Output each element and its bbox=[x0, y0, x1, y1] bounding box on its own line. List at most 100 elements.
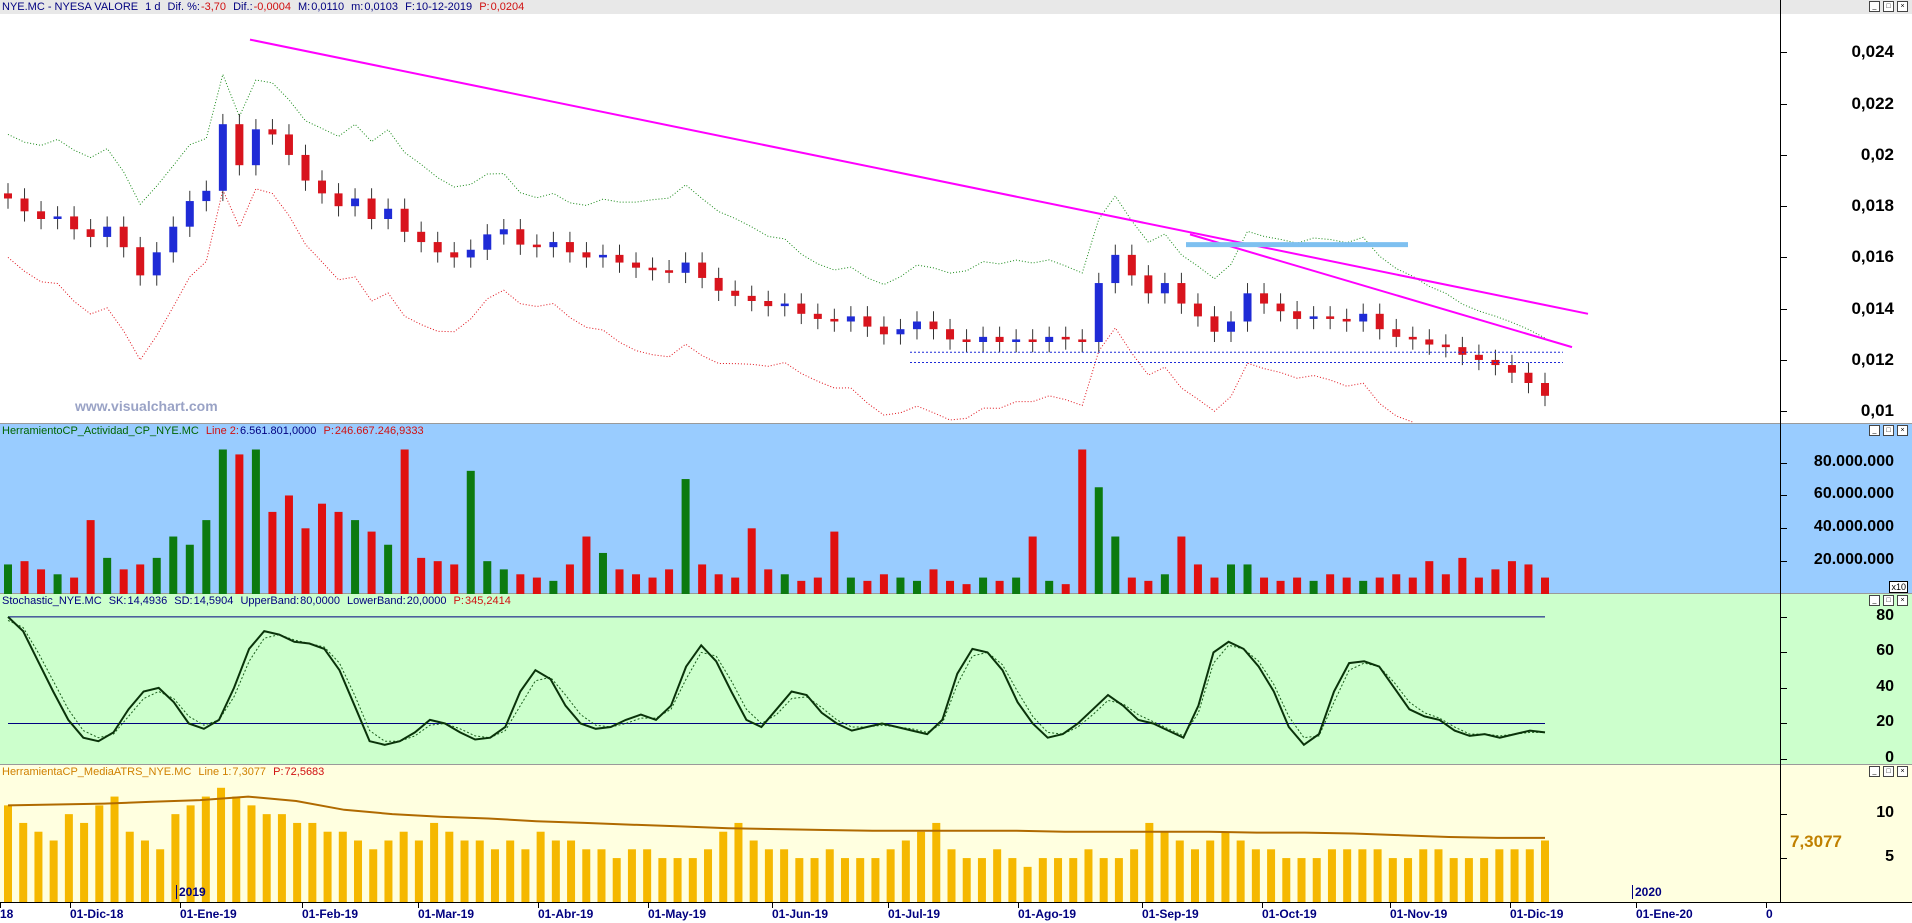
candle-body bbox=[70, 216, 79, 230]
volume-bar bbox=[301, 528, 310, 594]
candle-body bbox=[499, 229, 508, 235]
atr-bar bbox=[673, 858, 682, 902]
candle-body bbox=[1111, 254, 1120, 284]
volume-bar bbox=[896, 577, 905, 594]
price-y-axis: 0,024 0,022 0,02 0,018 0,016 0,014 0,012 0,01 bbox=[1780, 0, 1912, 424]
volume-bar bbox=[665, 569, 674, 594]
candle-body bbox=[896, 329, 905, 335]
atr-bar bbox=[110, 796, 119, 902]
candle-body bbox=[1028, 339, 1037, 342]
y-tick-label: 80 bbox=[1876, 606, 1894, 624]
candle-body bbox=[466, 249, 475, 258]
atr-bar bbox=[1419, 849, 1428, 902]
atr-bar bbox=[1404, 858, 1413, 902]
x-tick-mark bbox=[180, 903, 181, 908]
candle-body bbox=[53, 216, 62, 219]
volume-bar bbox=[1342, 577, 1351, 594]
candle-body bbox=[846, 316, 855, 322]
candle-body bbox=[1293, 311, 1302, 319]
candle-body bbox=[1458, 347, 1467, 355]
atr-bar bbox=[293, 822, 302, 902]
price-chart[interactable] bbox=[0, 0, 1780, 424]
y-tick-mark bbox=[1781, 759, 1787, 760]
year-marker: 2020 bbox=[1632, 885, 1662, 899]
atr-bar bbox=[445, 831, 454, 902]
year-marker: 2019 bbox=[176, 885, 206, 899]
y-tick-mark bbox=[1781, 528, 1787, 530]
candle-body bbox=[1425, 339, 1434, 345]
atr-bar bbox=[627, 849, 636, 902]
candle-body bbox=[1507, 365, 1516, 373]
atr-bar bbox=[1114, 858, 1123, 902]
volume-bar bbox=[1524, 564, 1533, 594]
candle-body bbox=[863, 316, 872, 327]
candle-body bbox=[714, 277, 723, 291]
atr-bar bbox=[1054, 858, 1063, 902]
volume-bar bbox=[1160, 574, 1169, 594]
volume-bar bbox=[70, 577, 79, 594]
atr-bar bbox=[1282, 858, 1291, 902]
trendline-long bbox=[249, 38, 1589, 315]
candle-body bbox=[764, 301, 773, 307]
volume-bar bbox=[318, 503, 327, 594]
volume-bar bbox=[334, 511, 343, 594]
volume-bar bbox=[1028, 536, 1037, 594]
atr-bar bbox=[1358, 849, 1367, 902]
atr-bar bbox=[1449, 858, 1458, 902]
candle-body bbox=[1094, 283, 1103, 342]
atr-bar bbox=[1236, 840, 1245, 902]
atr-panel: HerramientaCP_MediaATRS_NYE.MC Line 1:7,… bbox=[0, 765, 1912, 902]
volume-bar bbox=[367, 531, 376, 594]
volume-bar bbox=[1078, 449, 1087, 594]
atr-bar bbox=[140, 840, 149, 902]
y-tick-mark bbox=[1781, 359, 1787, 361]
atr-bar bbox=[658, 858, 667, 902]
candle-body bbox=[4, 193, 12, 199]
candle-body bbox=[433, 242, 442, 253]
atr-bar bbox=[308, 822, 317, 902]
atr-chart[interactable] bbox=[0, 765, 1780, 902]
y-tick-label: 40.000.000 bbox=[1813, 518, 1894, 536]
atr-bar bbox=[1084, 849, 1093, 902]
activity-chart[interactable] bbox=[0, 424, 1780, 594]
x-tick-label: 01-Mar-19 bbox=[418, 907, 475, 921]
volume-bar bbox=[417, 557, 426, 594]
atr-bar bbox=[871, 858, 880, 902]
atr-bar bbox=[977, 858, 986, 902]
y-tick-label: 0,022 bbox=[1851, 93, 1894, 113]
atr-bar bbox=[612, 858, 621, 902]
atr-bar bbox=[232, 796, 241, 902]
atr-bar bbox=[582, 849, 591, 902]
candle-body bbox=[1309, 316, 1318, 319]
candle-body bbox=[268, 129, 277, 135]
stochastic-chart[interactable] bbox=[0, 594, 1780, 765]
y-tick-label: 5 bbox=[1885, 848, 1894, 866]
x-tick-mark bbox=[888, 903, 889, 908]
candle-body bbox=[202, 190, 211, 202]
volume-bar bbox=[1094, 487, 1103, 594]
volume-bar bbox=[1210, 577, 1219, 594]
atr-bar bbox=[521, 849, 530, 902]
y-tick-mark bbox=[1781, 103, 1787, 105]
candle-body bbox=[185, 201, 194, 227]
volume-bar bbox=[4, 564, 12, 594]
candle-body bbox=[648, 267, 657, 271]
candle-body bbox=[1127, 254, 1136, 276]
candle-body bbox=[384, 208, 393, 219]
atr-bar bbox=[217, 787, 226, 902]
atr-bar bbox=[80, 822, 89, 902]
atr-bar bbox=[384, 840, 393, 902]
y-tick-mark bbox=[1781, 495, 1787, 497]
atr-bar bbox=[1099, 858, 1108, 902]
volume-bar bbox=[698, 564, 707, 594]
atr-bar bbox=[4, 805, 12, 902]
volume-bar bbox=[268, 511, 277, 594]
x-tick-mark bbox=[70, 903, 71, 908]
volume-bar bbox=[549, 580, 558, 594]
volume-bar bbox=[169, 536, 178, 594]
y-tick-mark bbox=[1781, 206, 1787, 208]
candle-body bbox=[1193, 303, 1202, 317]
y-tick-mark bbox=[1781, 687, 1787, 689]
candle-body bbox=[1177, 283, 1186, 304]
candle-body bbox=[1375, 313, 1384, 330]
